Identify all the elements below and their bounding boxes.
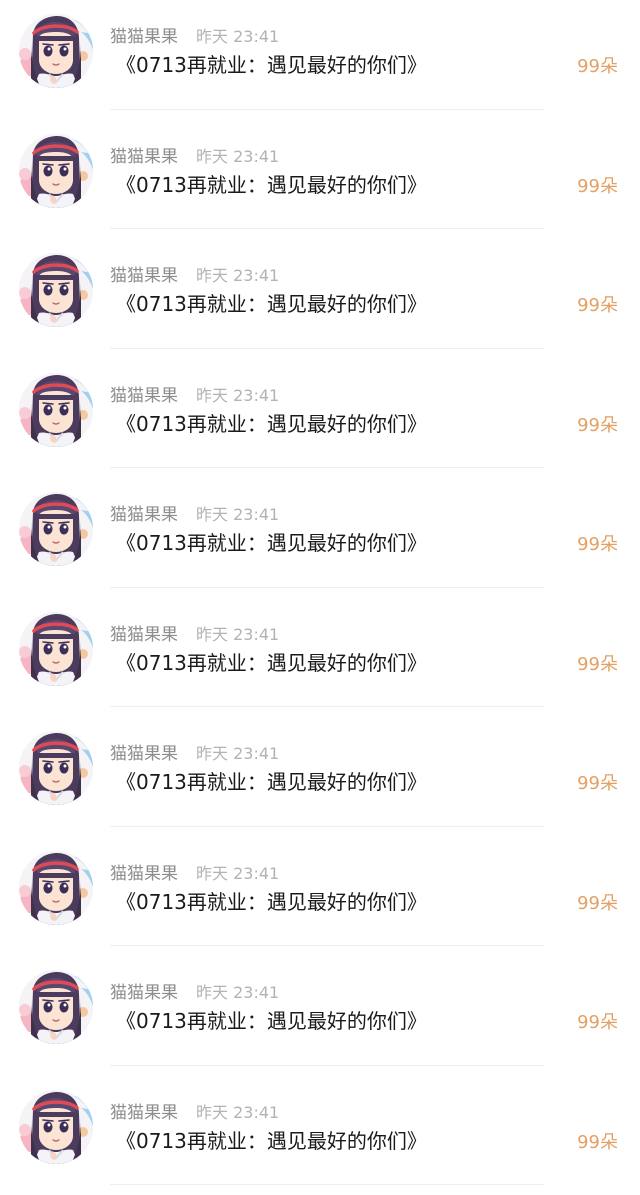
item-meta: 猫猫果果 昨天 23:41 [110, 265, 279, 287]
divider [110, 1184, 544, 1185]
anime-girl-avatar-icon [19, 133, 93, 208]
gift-count: 99朵 [577, 295, 618, 316]
post-title[interactable]: 《0713再就业：遇见最好的你们》 [116, 1126, 427, 1156]
item-meta: 猫猫果果 昨天 23:41 [110, 504, 279, 526]
user-avatar[interactable] [19, 253, 93, 327]
timestamp: 昨天 23:41 [196, 624, 280, 644]
divider [110, 347, 544, 349]
anime-girl-avatar-icon [19, 1089, 93, 1164]
item-meta: 猫猫果果 昨天 23:41 [110, 26, 279, 48]
username[interactable]: 猫猫果果 [110, 625, 178, 645]
post-title[interactable]: 《0713再就业：遇见最好的你们》 [116, 528, 427, 558]
user-avatar[interactable] [19, 850, 93, 925]
divider [110, 586, 544, 588]
gift-count: 99朵 [577, 1012, 618, 1033]
post-title[interactable]: 《0713再就业：遇见最好的你们》 [116, 289, 427, 319]
divider [110, 228, 544, 229]
divider [110, 706, 544, 707]
gift-count: 99朵 [577, 892, 618, 914]
username[interactable]: 猫猫果果 [110, 505, 178, 525]
user-avatar[interactable] [19, 731, 93, 805]
post-title[interactable]: 《0713再就业：遇见最好的你们》 [116, 409, 427, 439]
username[interactable]: 猫猫果果 [110, 386, 178, 406]
divider [110, 825, 544, 827]
username[interactable]: 猫猫果果 [110, 147, 178, 167]
post-title[interactable]: 《0713再就业：遇见最好的你们》 [116, 1006, 427, 1036]
item-meta: 猫猫果果 昨天 23:41 [110, 385, 279, 407]
user-avatar[interactable] [19, 1089, 93, 1164]
timestamp: 昨天 23:41 [196, 27, 280, 46]
timestamp: 昨天 23:41 [196, 266, 280, 285]
timestamp: 昨天 23:41 [196, 863, 280, 883]
gift-count: 99朵 [577, 1131, 618, 1153]
username[interactable]: 猫猫果果 [110, 1103, 178, 1123]
list-item[interactable]: 猫猫果果 昨天 23:41 《0713再就业：遇见最好的你们》 99朵 [0, 1076, 640, 1195]
item-meta: 猫猫果果 昨天 23:41 [110, 863, 279, 885]
timestamp: 昨天 23:41 [196, 146, 280, 166]
item-meta: 猫猫果果 昨天 23:41 [110, 624, 279, 646]
anime-girl-avatar-icon [19, 253, 93, 327]
timestamp: 昨天 23:41 [196, 505, 280, 524]
gift-count: 99朵 [577, 773, 618, 794]
anime-girl-avatar-icon [19, 611, 93, 686]
post-title[interactable]: 《0713再就业：遇见最好的你们》 [116, 170, 427, 200]
anime-girl-avatar-icon [19, 731, 93, 805]
list-item[interactable]: 猫猫果果 昨天 23:41 《0713再就业：遇见最好的你们》 99朵 [0, 239, 640, 359]
user-avatar[interactable] [19, 492, 93, 566]
username[interactable]: 猫猫果果 [110, 266, 178, 286]
list-item[interactable]: 猫猫果果 昨天 23:41 《0713再就业：遇见最好的你们》 99朵 [0, 717, 640, 837]
anime-girl-avatar-icon [19, 492, 93, 566]
user-avatar[interactable] [19, 133, 93, 208]
timestamp: 昨天 23:41 [196, 744, 280, 763]
username[interactable]: 猫猫果果 [110, 983, 178, 1003]
user-avatar[interactable] [19, 14, 93, 88]
list-item[interactable]: 猫猫果果 昨天 23:41 《0713再就业：遇见最好的你们》 99朵 [0, 359, 640, 479]
divider [110, 1064, 544, 1066]
anime-girl-avatar-icon [19, 850, 93, 925]
post-title[interactable]: 《0713再就业：遇见最好的你们》 [116, 887, 427, 917]
list-item[interactable]: 猫猫果果 昨天 23:41 《0713再就业：遇见最好的你们》 99朵 [0, 956, 640, 1076]
divider [110, 108, 544, 110]
gift-count: 99朵 [577, 175, 618, 197]
timestamp: 昨天 23:41 [196, 983, 280, 1002]
item-meta: 猫猫果果 昨天 23:41 [110, 743, 279, 765]
list-item[interactable]: 猫猫果果 昨天 23:41 《0713再就业：遇见最好的你们》 99朵 [0, 120, 640, 240]
anime-girl-avatar-icon [19, 14, 93, 88]
anime-girl-avatar-icon [19, 372, 93, 447]
divider [110, 945, 544, 946]
username[interactable]: 猫猫果果 [110, 864, 178, 884]
user-avatar[interactable] [19, 970, 93, 1044]
username[interactable]: 猫猫果果 [110, 744, 178, 764]
list-item[interactable]: 猫猫果果 昨天 23:41 《0713再就业：遇见最好的你们》 99朵 [0, 0, 640, 120]
gift-count: 99朵 [577, 56, 618, 77]
gift-record-list: 猫猫果果 昨天 23:41 《0713再就业：遇见最好的你们》 99朵 猫猫果果昨… [0, 0, 640, 1195]
post-title[interactable]: 《0713再就业：遇见最好的你们》 [116, 50, 427, 80]
user-avatar[interactable] [19, 372, 93, 447]
gift-count: 99朵 [577, 653, 618, 675]
post-title[interactable]: 《0713再就业：遇见最好的你们》 [116, 648, 427, 678]
user-avatar[interactable] [19, 611, 93, 686]
post-title[interactable]: 《0713再就业：遇见最好的你们》 [116, 767, 427, 797]
list-item[interactable]: 猫猫果果 昨天 23:41 《0713再就业：遇见最好的你们》 99朵 [0, 478, 640, 598]
username[interactable]: 猫猫果果 [110, 27, 178, 47]
timestamp: 昨天 23:41 [196, 385, 280, 405]
item-meta: 猫猫果果 昨天 23:41 [110, 982, 279, 1004]
gift-count: 99朵 [577, 414, 618, 436]
list-item[interactable]: 猫猫果果 昨天 23:41 《0713再就业：遇见最好的你们》 99朵 [0, 598, 640, 718]
item-meta: 猫猫果果 昨天 23:41 [110, 146, 279, 168]
divider [110, 467, 544, 468]
item-meta: 猫猫果果 昨天 23:41 [110, 1102, 279, 1124]
gift-count: 99朵 [577, 534, 618, 555]
anime-girl-avatar-icon [19, 970, 93, 1044]
list-item[interactable]: 猫猫果果 昨天 23:41 《0713再就业：遇见最好的你们》 99朵 [0, 837, 640, 957]
timestamp: 昨天 23:41 [196, 1102, 280, 1122]
